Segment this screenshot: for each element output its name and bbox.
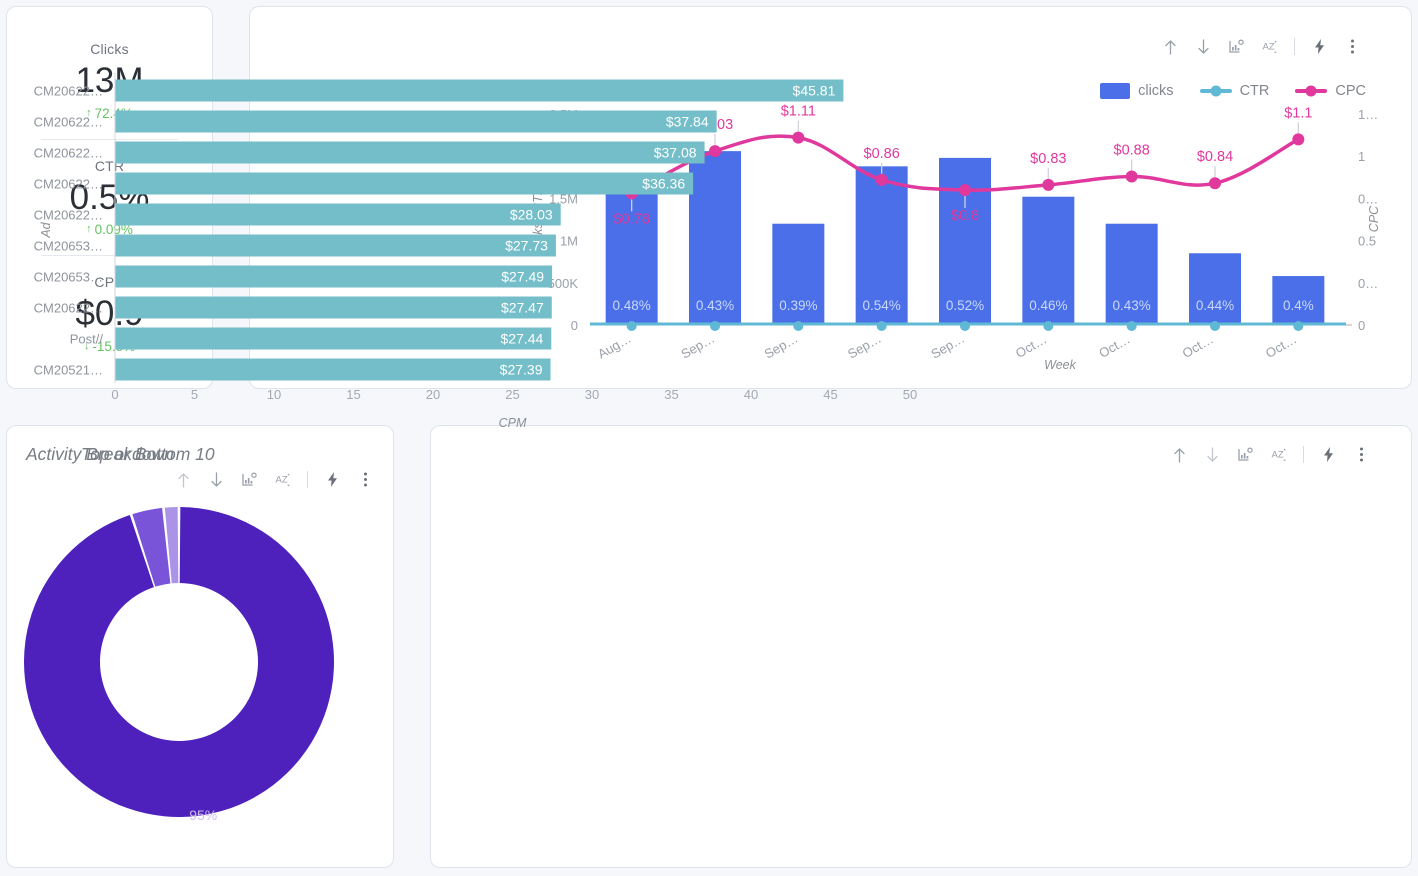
y2-axis-tick-label: 0… [1358, 276, 1378, 291]
x-axis-tick-label: Oct… [1013, 331, 1049, 361]
bar-cpm[interactable] [115, 80, 843, 102]
point-cpc[interactable] [1209, 177, 1221, 189]
lightning-icon[interactable] [324, 471, 341, 488]
bar-category-label: CM20653… [34, 270, 103, 285]
svg-text:AZ: AZ [1271, 449, 1283, 460]
bar-cpm[interactable] [115, 235, 556, 257]
svg-text:AZ: AZ [275, 474, 287, 485]
more-options-icon[interactable] [1353, 446, 1370, 463]
x-axis-tick-label: 35 [664, 387, 678, 402]
bar-category-label: CM20622… [34, 301, 103, 316]
bar-value-label: $28.03 [510, 207, 553, 223]
bar-category-label: CM20622… [34, 208, 103, 223]
x-axis-title: Week [1044, 358, 1076, 372]
point-ctr[interactable] [1127, 321, 1137, 331]
bar-value-label: $45.81 [793, 83, 836, 99]
sort-descending-icon[interactable] [208, 471, 225, 488]
bar-value-label: $27.49 [501, 269, 544, 285]
x-axis-tick-label: 40 [744, 387, 758, 402]
top-or-bottom-10-card [430, 425, 1412, 868]
toolbar-divider [307, 471, 308, 488]
top-or-bottom-10-toolbar: AZ [1171, 446, 1370, 463]
alpha-sort-icon[interactable]: AZ [1270, 446, 1287, 463]
point-ctr[interactable] [1043, 321, 1053, 331]
bar-value-label: $36.36 [642, 176, 685, 192]
chart-settings-icon[interactable] [1237, 446, 1254, 463]
bar-cpm[interactable] [115, 328, 551, 350]
bar-category-label: CM20622… [34, 177, 103, 192]
y2-axis-tick-label: 1… [1358, 107, 1378, 122]
bar-cpm[interactable] [115, 111, 717, 133]
y2-axis-title: CPC [1367, 205, 1381, 232]
dashboard-root: Clicks 13M ↑ 72.4% CTR 0.5% ↑ 0.09% CPC … [0, 0, 1418, 876]
donut-slice-facebook[interactable] [24, 507, 334, 817]
chart-settings-icon[interactable] [241, 471, 258, 488]
donut-slice-label: 95% [189, 807, 217, 820]
y2-axis-tick-label: 1 [1358, 149, 1365, 164]
bar-cpm[interactable] [115, 297, 552, 319]
activity-breakdown-donut: 95% [24, 490, 364, 820]
bar-value-label: $27.47 [501, 300, 544, 316]
point-cpc[interactable] [1292, 133, 1304, 145]
y2-axis-tick-label: 0.5 [1358, 234, 1376, 249]
sort-ascending-icon[interactable] [175, 471, 192, 488]
bar-cpm[interactable] [115, 359, 551, 381]
bar-ctr-label: 0.44% [1196, 298, 1234, 313]
bar-clicks[interactable] [1189, 253, 1241, 325]
bar-cpm[interactable] [115, 266, 552, 288]
sort-descending-icon[interactable] [1204, 446, 1221, 463]
x-axis-tick-label: 20 [426, 387, 440, 402]
bar-ctr-label: 0.43% [1113, 298, 1151, 313]
point-cpc[interactable] [1042, 179, 1054, 191]
bar-cpm[interactable] [115, 173, 693, 195]
bar-category-label: CM20622… [34, 115, 103, 130]
more-options-icon[interactable] [357, 471, 374, 488]
toolbar-divider [1303, 446, 1304, 463]
alpha-sort-icon[interactable]: AZ [274, 471, 291, 488]
cpc-value-label: $0.83 [1030, 151, 1066, 167]
bar-value-label: $27.73 [505, 238, 548, 254]
x-axis-tick-label: 0 [111, 387, 118, 402]
bar-ctr-label: 0.4% [1283, 298, 1314, 313]
x-axis-tick-label: 10 [267, 387, 281, 402]
bar-value-label: $27.44 [500, 331, 543, 347]
y2-axis-tick-label: 0 [1358, 318, 1365, 333]
bar-category-label: CM20521… [34, 363, 103, 378]
bar-category-label: Post// [70, 332, 104, 347]
point-cpc[interactable] [1126, 170, 1138, 182]
cpc-value-label: $0.84 [1197, 149, 1233, 165]
x-axis-tick-label: 5 [191, 387, 198, 402]
x-axis-tick-label: 30 [585, 387, 599, 402]
x-axis-title: CPM [499, 416, 527, 430]
top-or-bottom-10-title: Top or Bottom 10 [81, 444, 215, 465]
x-axis-tick-label: 15 [346, 387, 360, 402]
x-axis-tick-label: 45 [823, 387, 837, 402]
y-axis-title: Ad [39, 221, 53, 238]
activity-breakdown-toolbar: AZ [175, 471, 374, 488]
cpc-value-label: $1.1 [1284, 105, 1312, 121]
lightning-icon[interactable] [1320, 446, 1337, 463]
sort-ascending-icon[interactable] [1171, 446, 1188, 463]
x-axis-tick-label: 25 [505, 387, 519, 402]
x-axis-tick-label: Oct… [1096, 331, 1132, 361]
bar-cpm[interactable] [115, 142, 705, 164]
x-axis-tick-label: Oct… [1263, 331, 1299, 361]
y2-axis-tick-label: 0… [1358, 191, 1378, 206]
x-axis-tick-label: Oct… [1180, 331, 1216, 361]
cpc-value-label: $0.88 [1114, 142, 1150, 158]
bar-value-label: $27.39 [500, 362, 543, 378]
bar-category-label: CM20622… [34, 84, 103, 99]
x-axis-tick-label: 50 [903, 387, 917, 402]
bar-category-label: CM20622… [34, 146, 103, 161]
bar-value-label: $37.08 [654, 145, 697, 161]
bar-cpm[interactable] [115, 204, 561, 226]
bar-category-label: CM20653… [34, 239, 103, 254]
bar-value-label: $37.84 [666, 114, 709, 130]
top-or-bottom-10-plot: CM20622… $45.81 CM20622… $37.84 CM20622… $37.… [0, 0, 982, 443]
point-ctr[interactable] [1293, 321, 1303, 331]
bar-ctr-label: 0.46% [1029, 298, 1067, 313]
point-ctr[interactable] [1210, 321, 1220, 331]
